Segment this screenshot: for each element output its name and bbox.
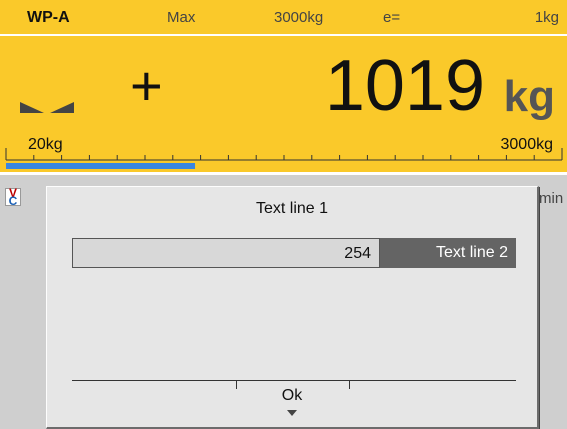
center-of-zero-right-icon (50, 102, 74, 113)
max-label: Max (167, 9, 196, 26)
weight-unit: kg (503, 72, 555, 121)
dialog-title: Text line 1 (255, 200, 329, 217)
softkey-divider (72, 380, 516, 381)
status-partial-text: min (539, 190, 564, 207)
division-value: 1kg (534, 9, 559, 26)
center-of-zero-left-icon (20, 102, 44, 113)
weight-value: 1019 (324, 46, 485, 126)
vc-icon: VC (5, 187, 21, 207)
input-unit-label: Text line 2 (380, 238, 516, 268)
scale-name: WP-A (27, 9, 70, 26)
scale-info-bar: WP-A Max 3000kg e= 1kg (0, 0, 567, 34)
division-label: e= (383, 9, 401, 26)
ok-softkey[interactable]: Ok (237, 387, 347, 407)
weight-sign: + (130, 54, 163, 117)
scale-ticks (5, 148, 563, 160)
max-capacity: 3000kg (274, 9, 324, 26)
weight-display: + 1019 kg 20kg 3000kg (0, 36, 567, 172)
input-dialog: Text line 1 254 Text line 2 Ok (46, 186, 539, 429)
bargraph-fill (6, 163, 196, 169)
value-input-field[interactable]: 254 (72, 238, 380, 268)
bargraph-scale (5, 148, 563, 169)
value-input-text: 254 (344, 245, 371, 262)
down-arrow-icon[interactable] (287, 410, 297, 416)
softkey-separator (349, 380, 350, 389)
